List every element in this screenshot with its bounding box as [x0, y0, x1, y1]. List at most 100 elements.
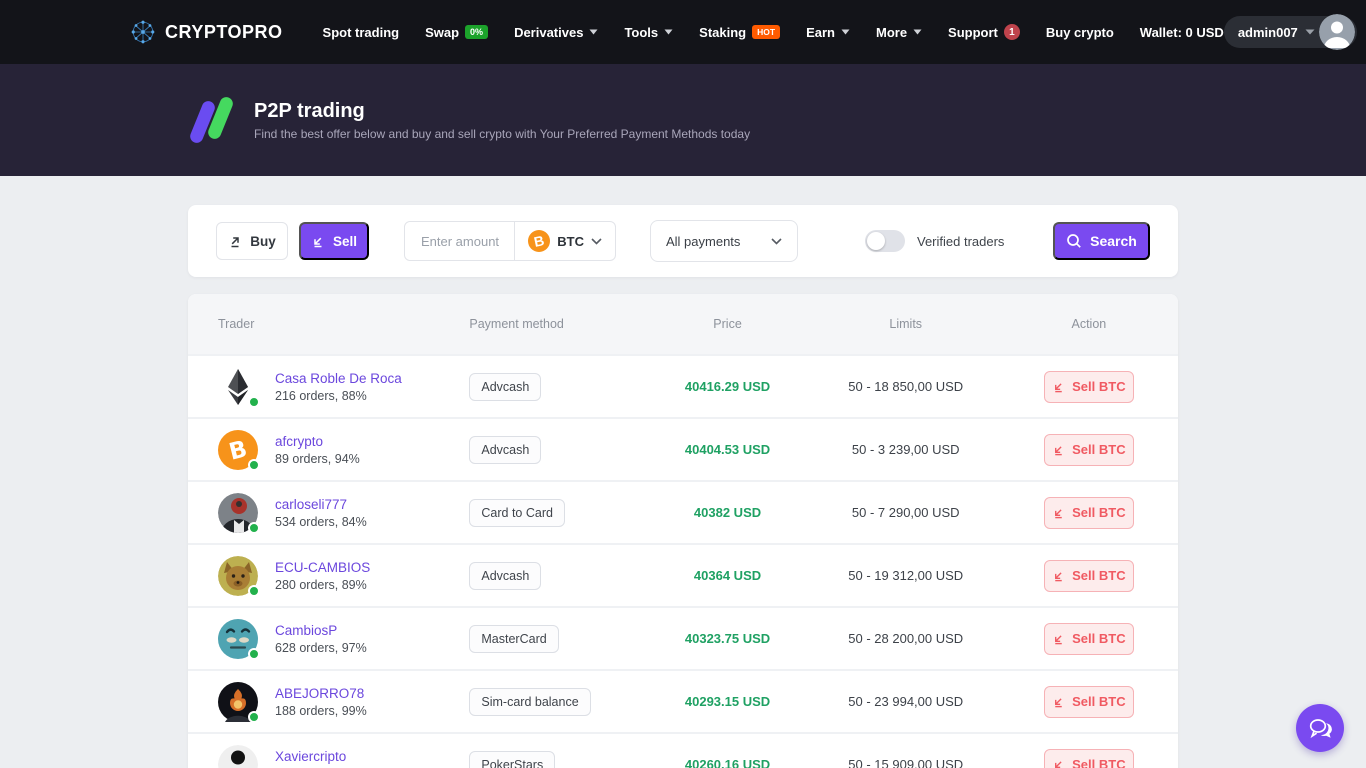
column-header-price: Price — [643, 317, 811, 331]
avatar[interactable]: B — [218, 430, 258, 470]
arrow-down-left-icon — [1052, 506, 1065, 519]
trader-cell: CambiosP 628 orders, 97% — [188, 619, 445, 659]
sell-btc-button[interactable]: Sell BTC — [1044, 371, 1134, 403]
main-nav: Spot trading Swap 0% Derivatives Tools S… — [323, 24, 1224, 40]
sell-btc-button[interactable]: Sell BTC — [1044, 749, 1134, 768]
nav-more[interactable]: More — [876, 25, 922, 40]
payment-cell: MasterCard — [445, 625, 643, 653]
price-value: 40404.53 USD — [643, 442, 811, 457]
logo-globe-icon — [130, 19, 156, 45]
trader-name[interactable]: CambiosP — [275, 623, 367, 638]
nav-earn[interactable]: Earn — [806, 25, 850, 40]
nav-derivatives[interactable]: Derivatives — [514, 25, 598, 40]
payment-cell: Sim-card balance — [445, 688, 643, 716]
price-value: 40293.15 USD — [643, 694, 811, 709]
user-menu[interactable]: admin007 — [1224, 16, 1357, 48]
sell-btc-label: Sell BTC — [1072, 757, 1125, 768]
payment-chip: MasterCard — [469, 625, 558, 653]
trader-orders: 89 orders, 94% — [275, 452, 360, 466]
trader-name[interactable]: Casa Roble De Roca — [275, 371, 402, 386]
verified-traders-filter: Verified traders — [865, 230, 1004, 252]
avatar[interactable] — [218, 745, 258, 768]
action-cell: Sell BTC — [1000, 623, 1178, 655]
trader-cell: Casa Roble De Roca 216 orders, 88% — [188, 367, 445, 407]
trader-name[interactable]: afcrypto — [275, 434, 360, 449]
trader-orders: 216 orders, 88% — [275, 389, 402, 403]
caret-down-icon — [589, 29, 598, 35]
nav-support[interactable]: Support 1 — [948, 24, 1020, 40]
limits-value: 50 - 23 994,00 USD — [812, 694, 1000, 709]
nav-staking[interactable]: Staking HOT — [699, 25, 780, 40]
trader-cell: ABEJORRO78 188 orders, 99% — [188, 682, 445, 722]
nav-wallet[interactable]: Wallet: 0 USD — [1140, 25, 1224, 40]
nav-buy-crypto[interactable]: Buy crypto — [1046, 25, 1114, 40]
column-header-limits: Limits — [812, 317, 1000, 331]
price-value: 40382 USD — [643, 505, 811, 520]
payment-cell: Advcash — [445, 373, 643, 401]
caret-down-icon — [664, 29, 673, 35]
avatar[interactable] — [218, 556, 258, 596]
trader-name[interactable]: ECU-CAMBIOS — [275, 560, 370, 575]
avatar[interactable] — [218, 682, 258, 722]
amount-input-group: B BTC — [404, 221, 616, 261]
payment-chip: Advcash — [469, 436, 541, 464]
currency-select[interactable]: B BTC — [514, 222, 615, 260]
online-status-dot — [248, 396, 260, 408]
arrow-down-left-icon — [1052, 569, 1065, 582]
arrow-down-left-icon — [1052, 632, 1065, 645]
sell-btc-button[interactable]: Sell BTC — [1044, 497, 1134, 529]
table-row: Xaviercripto 97 orders, 94% PokerStars 4… — [188, 732, 1178, 768]
trader-cell: Xaviercripto 97 orders, 94% — [188, 745, 445, 768]
avatar[interactable] — [218, 367, 258, 407]
logo-text: CRYPTOPRO — [165, 22, 283, 43]
sell-btc-button[interactable]: Sell BTC — [1044, 434, 1134, 466]
p2p-logo-mark-icon — [190, 94, 242, 146]
chevron-down-icon — [591, 238, 602, 245]
nav-swap[interactable]: Swap 0% — [425, 25, 488, 40]
trader-orders: 534 orders, 84% — [275, 515, 367, 529]
logo[interactable]: CRYPTOPRO — [130, 19, 283, 45]
hero-banner: P2P trading Find the best offer below an… — [0, 64, 1366, 176]
verified-traders-toggle[interactable] — [865, 230, 905, 252]
arrow-down-left-icon — [1052, 758, 1065, 768]
page-title: P2P trading — [254, 100, 750, 123]
payment-select-value: All payments — [666, 234, 740, 249]
caret-down-icon — [841, 29, 850, 35]
avatar[interactable] — [218, 619, 258, 659]
amount-input[interactable] — [405, 222, 514, 260]
sell-btc-button[interactable]: Sell BTC — [1044, 623, 1134, 655]
sell-btc-label: Sell BTC — [1072, 442, 1125, 457]
payment-chip: PokerStars — [469, 751, 555, 768]
sell-btc-button[interactable]: Sell BTC — [1044, 560, 1134, 592]
nav-tools[interactable]: Tools — [624, 25, 673, 40]
online-status-dot — [248, 585, 260, 597]
trader-name[interactable]: carloseli777 — [275, 497, 367, 512]
chat-bubbles-icon — [1307, 716, 1334, 741]
avatar[interactable] — [218, 493, 258, 533]
search-button[interactable]: Search — [1053, 222, 1150, 260]
currency-value: BTC — [557, 234, 584, 249]
trader-name[interactable]: Xaviercripto — [275, 749, 360, 764]
payment-chip: Advcash — [469, 373, 541, 401]
sell-btc-label: Sell BTC — [1072, 694, 1125, 709]
table-row: ECU-CAMBIOS 280 orders, 89% Advcash 4036… — [188, 543, 1178, 606]
search-icon — [1066, 233, 1082, 249]
payment-cell: Advcash — [445, 562, 643, 590]
price-value: 40323.75 USD — [643, 631, 811, 646]
nav-spot-trading[interactable]: Spot trading — [323, 25, 400, 40]
table-row: Casa Roble De Roca 216 orders, 88% Advca… — [188, 354, 1178, 417]
sell-tab-button[interactable]: Sell — [299, 222, 369, 260]
table-row: B afcrypto 89 orders, 94% Advcash 40404.… — [188, 417, 1178, 480]
sell-btc-button[interactable]: Sell BTC — [1044, 686, 1134, 718]
sell-btc-label: Sell BTC — [1072, 505, 1125, 520]
bitcoin-icon: B — [528, 230, 550, 252]
caret-down-icon — [913, 29, 922, 35]
avatar[interactable] — [1319, 14, 1355, 50]
chat-support-button[interactable] — [1296, 704, 1344, 752]
buy-tab-button[interactable]: Buy — [216, 222, 288, 260]
payment-cell: Card to Card — [445, 499, 643, 527]
trader-name[interactable]: ABEJORRO78 — [275, 686, 367, 701]
action-cell: Sell BTC — [1000, 686, 1178, 718]
payment-method-select[interactable]: All payments — [650, 220, 798, 262]
online-status-dot — [248, 648, 260, 660]
